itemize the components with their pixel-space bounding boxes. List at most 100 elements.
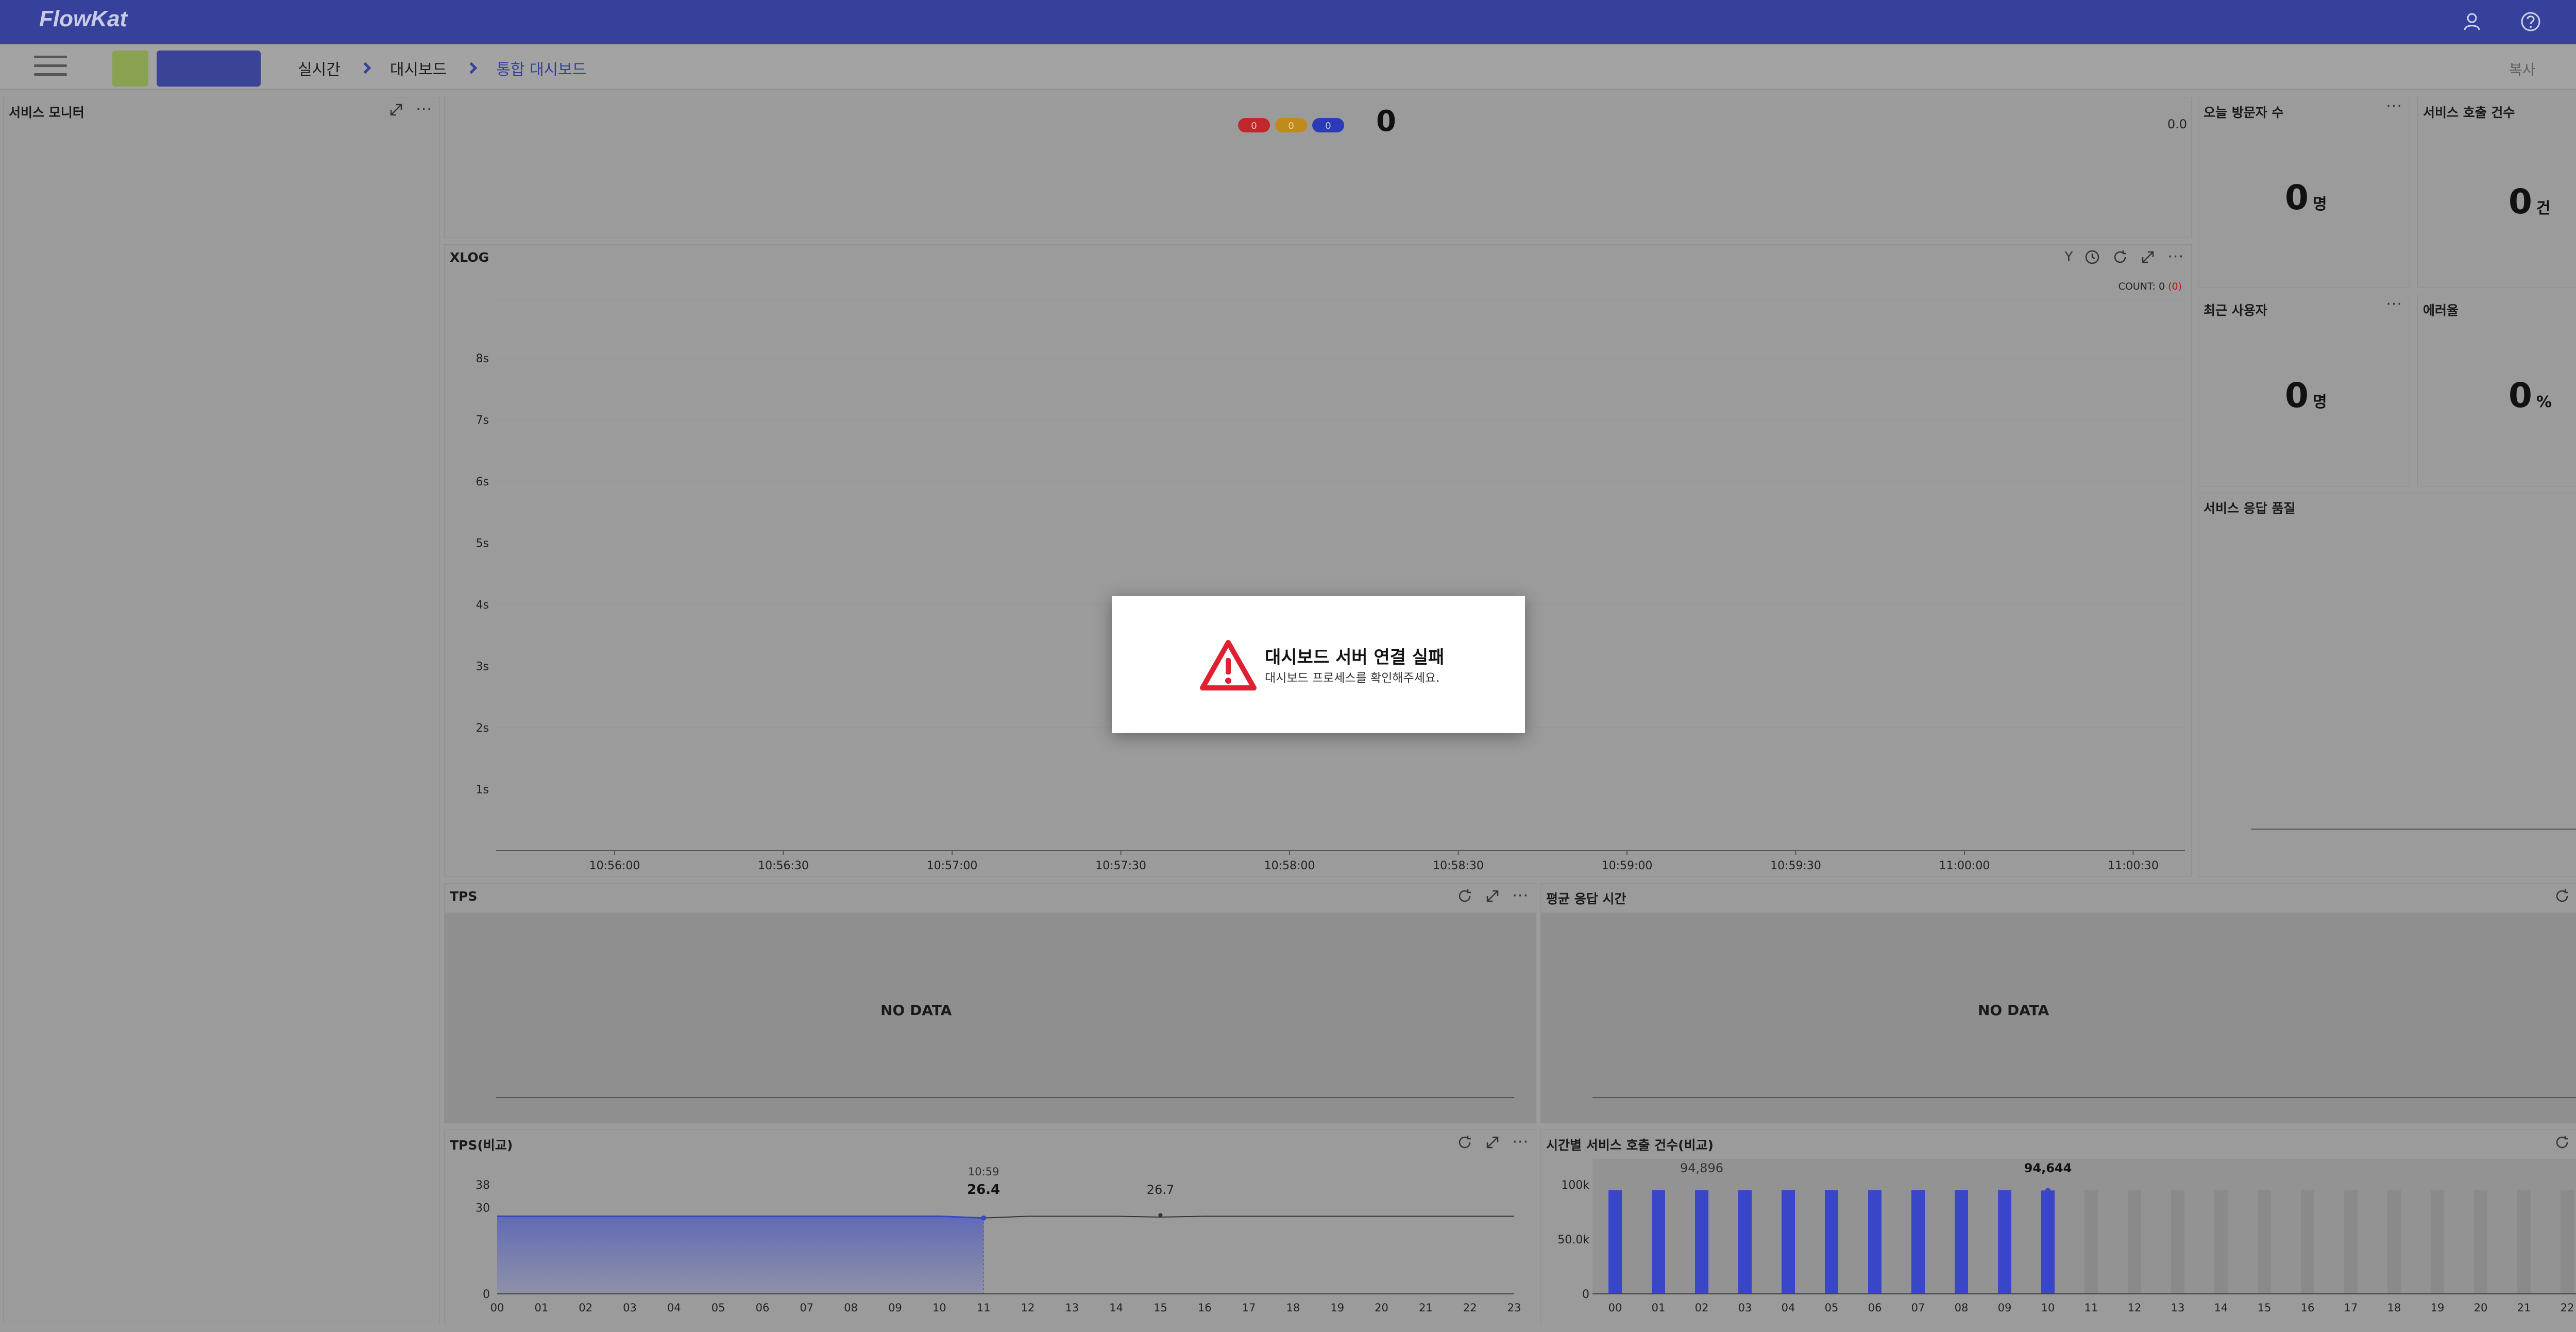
project-selector[interactable] [157, 50, 261, 87]
warning-badge-count: 0 [1288, 121, 1294, 131]
calls-y-tick: 50.0k [1557, 1234, 1589, 1246]
xlog-panel: XLOG Y ··· COUNT: 0 (0) 8s 7s 6s 5s 4s 3s 2s 1s… [444, 244, 2192, 877]
dialog-title: 대시보드 서버 연결 실패 [1265, 647, 1445, 668]
xlog-y-tick: 3s [476, 661, 489, 673]
recent-users-value: 0명 [2285, 376, 2327, 415]
tps-panel: TPS ··· NO DATA [444, 883, 1536, 1123]
tps-compare-x-tick: 04 [667, 1302, 681, 1314]
xlog-y-tick: 4s [476, 599, 489, 612]
calls-bar-compare [2258, 1190, 2271, 1294]
app-logo[interactable]: FlowKat [39, 6, 127, 32]
calls-annotation: 94,644 [2024, 1161, 2072, 1175]
tps-compare-x-tick: 10 [933, 1302, 946, 1314]
xlog-x-tick: 10:56:00 [589, 859, 640, 872]
response-quality-panel: 서비스 응답 품질 ··· [2198, 493, 2576, 877]
tps-compare-x-tick: 23 [1507, 1302, 1521, 1314]
tps-compare-x-tick: 09 [888, 1302, 902, 1314]
tps-compare-x-tick: 01 [534, 1302, 548, 1314]
expand-icon[interactable] [1484, 888, 1501, 904]
refresh-icon[interactable] [2554, 888, 2570, 904]
xlog-x-tick: 10:57:00 [927, 859, 978, 872]
tps-compare-x-tick: 15 [1154, 1302, 1167, 1314]
help-icon[interactable] [2519, 10, 2542, 33]
xlog-x-tick: 11:00:30 [2108, 859, 2159, 872]
xlog-chart[interactable]: 8s 7s 6s 5s 4s 3s 2s 1s 10:56:00 10:56:30 10:57:00… [445, 245, 2192, 878]
refresh-icon[interactable] [1456, 888, 1473, 904]
card-title: 최근 사용자 [2204, 303, 2267, 318]
xlog-y-tick: 2s [476, 722, 489, 735]
tps-compare-x-tick: 02 [579, 1302, 592, 1314]
chevron-right-icon [465, 62, 478, 74]
calls-x-tick: 14 [2214, 1302, 2228, 1314]
tps-compare-chart[interactable]: 38 30 0 10:59 26.4 26.7 00 01 02 03 04 05 06 07 08 09 10… [445, 1130, 1537, 1326]
tps-compare-x-tick: 00 [490, 1302, 504, 1314]
copy-button[interactable]: 복사 [2509, 59, 2536, 79]
more-icon[interactable]: ··· [2386, 297, 2402, 312]
tps-compare-x-tick: 18 [1286, 1302, 1300, 1314]
calls-bar-compare [2128, 1190, 2141, 1294]
project-color-indicator[interactable] [112, 50, 148, 87]
calls-bar-compare [2214, 1190, 2228, 1294]
more-icon[interactable]: ··· [1512, 888, 1529, 904]
tps-compare-x-tick: 06 [756, 1302, 770, 1314]
dialog-message: 대시보드 프로세스를 확인해주세요. [1265, 671, 1440, 685]
calls-cursor-point [2045, 1188, 2050, 1193]
calls-x-tick: 00 [1608, 1302, 1622, 1314]
tps-compare-x-tick: 13 [1065, 1302, 1079, 1314]
calls-bar-today [1998, 1190, 2011, 1294]
xlog-x-tick: 10:59:00 [1602, 859, 1653, 872]
calls-bar-compare [2344, 1190, 2358, 1294]
more-icon[interactable]: ··· [416, 102, 432, 117]
chevron-right-icon [359, 62, 371, 74]
menu-icon[interactable] [34, 56, 67, 78]
normal-badge-count: 0 [1325, 121, 1331, 131]
today-visitors-card: 오늘 방문자 수 ··· 0명 [2198, 97, 2410, 288]
status-badges: 0 0 0 [1238, 118, 1344, 132]
breadcrumb: 실시간 대시보드 통합 대시보드 [298, 57, 587, 79]
tps-compare-x-tick: 08 [844, 1302, 858, 1314]
avg-response-panel: 평균 응답 시간 ··· NO DATA [1540, 883, 2576, 1123]
quality-baseline [2251, 829, 2576, 830]
calls-x-tick: 16 [2301, 1302, 2315, 1314]
calls-bar-compare [2171, 1190, 2184, 1294]
calls-x-tick: 19 [2431, 1302, 2445, 1314]
calls-bar-today [1825, 1190, 1838, 1294]
more-icon[interactable]: ··· [2386, 99, 2402, 114]
calls-bar-today [1608, 1190, 1622, 1294]
calls-x-tick: 18 [2387, 1302, 2401, 1314]
xlog-x-tick: 10:59:30 [1770, 859, 1821, 872]
breadcrumb-item-dashboard[interactable]: 대시보드 [390, 57, 447, 79]
avg-response-no-data: NO DATA [1978, 1002, 2049, 1019]
avg-response-chart-area [1541, 913, 2576, 1123]
breadcrumb-item-current: 통합 대시보드 [496, 61, 587, 79]
tps-compare-x-tick: 16 [1198, 1302, 1212, 1314]
expand-icon[interactable] [388, 102, 404, 118]
card-title: 에러율 [2423, 303, 2459, 318]
tps-baseline [496, 1097, 1514, 1098]
panel-title: 서비스 모니터 [9, 105, 84, 120]
tps-chart-area [445, 913, 1536, 1123]
user-icon[interactable] [2461, 10, 2483, 33]
active-service-count: 0 [1376, 105, 1396, 138]
tps-compare-x-tick: 14 [1109, 1302, 1123, 1314]
calls-x-tick: 08 [1955, 1302, 1969, 1314]
calls-bar-compare [2301, 1190, 2314, 1294]
xlog-y-tick: 7s [476, 414, 489, 427]
calls-bar-today [1782, 1190, 1795, 1294]
calls-bar-today [1955, 1190, 1968, 1294]
tps-cursor-value: 26.4 [967, 1182, 1000, 1198]
connection-error-dialog: 대시보드 서버 연결 실패 대시보드 프로세스를 확인해주세요. [1112, 596, 1525, 733]
calls-bar-today [2041, 1190, 2055, 1294]
error-rate-value: 0% [2509, 376, 2552, 415]
tps-compare-panel: TPS(비교) ··· 38 30 0 10:59 26.4 26.7 00 01 02 03 04… [444, 1129, 1536, 1325]
hourly-calls-chart[interactable]: 100k 50.0k 0 94,896 94,644 00 01 02 03 04 05 06 07 08… [1541, 1130, 2576, 1326]
card-title: 서비스 호출 건수 [2423, 105, 2515, 120]
breadcrumb-item-realtime[interactable]: 실시간 [298, 57, 341, 79]
tps-compare-x-tick: 03 [623, 1302, 637, 1314]
recent-users-card: 최근 사용자 ··· 0명 [2198, 295, 2410, 486]
calls-x-tick: 11 [2084, 1302, 2098, 1314]
summary-rate: 0.0 [2167, 117, 2187, 131]
calls-x-tick: 12 [2128, 1302, 2142, 1314]
tps-compare-x-tick: 05 [711, 1302, 725, 1314]
calls-bar-today [1652, 1190, 1665, 1294]
